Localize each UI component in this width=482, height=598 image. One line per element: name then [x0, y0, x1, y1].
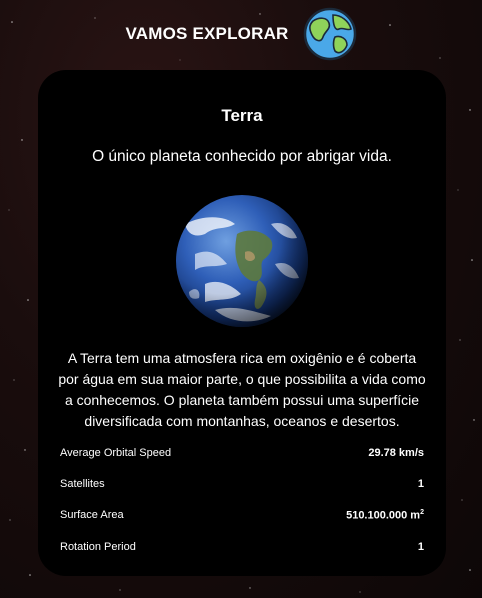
- planet-card: Terra O único planeta conhecido por abri…: [38, 70, 446, 576]
- page-title: VAMOS EXPLORAR: [125, 24, 289, 43]
- stat-label: Rotation Period: [60, 540, 136, 553]
- earth-planet-image: [176, 195, 308, 327]
- planet-description: A Terra tem uma atmosfera rica em oxigên…: [58, 350, 426, 429]
- stat-value: 510.100.000 m: [346, 509, 421, 522]
- earth-globe-icon: [303, 7, 356, 61]
- page-header: VAMOS EXPLORAR: [0, 7, 482, 61]
- stat-value: 1: [417, 540, 424, 553]
- stat-label: Surface Area: [60, 509, 124, 522]
- unit-superscript: 2: [420, 508, 424, 516]
- stat-label: Average Orbital Speed: [60, 446, 172, 459]
- planet-name: Terra: [221, 106, 263, 125]
- stat-value-surface-area: 510.100.000 m2: [346, 509, 424, 522]
- stat-row-orbital-speed: Average Orbital Speed 29.78 km/s: [60, 437, 424, 468]
- stat-row-satellites: Satellites 1: [60, 468, 424, 499]
- stat-row-surface-area: Surface Area 510.100.000 m2: [60, 500, 424, 531]
- stats-list: Average Orbital Speed 29.78 km/s Satelli…: [60, 437, 424, 562]
- stat-label: Satellites: [60, 477, 105, 490]
- stat-value: 1: [417, 477, 424, 490]
- planet-tagline: O único planeta conhecido por abrigar vi…: [92, 148, 392, 165]
- stat-value: 29.78 km/s: [368, 446, 424, 459]
- stat-row-rotation-period: Rotation Period 1: [60, 531, 424, 562]
